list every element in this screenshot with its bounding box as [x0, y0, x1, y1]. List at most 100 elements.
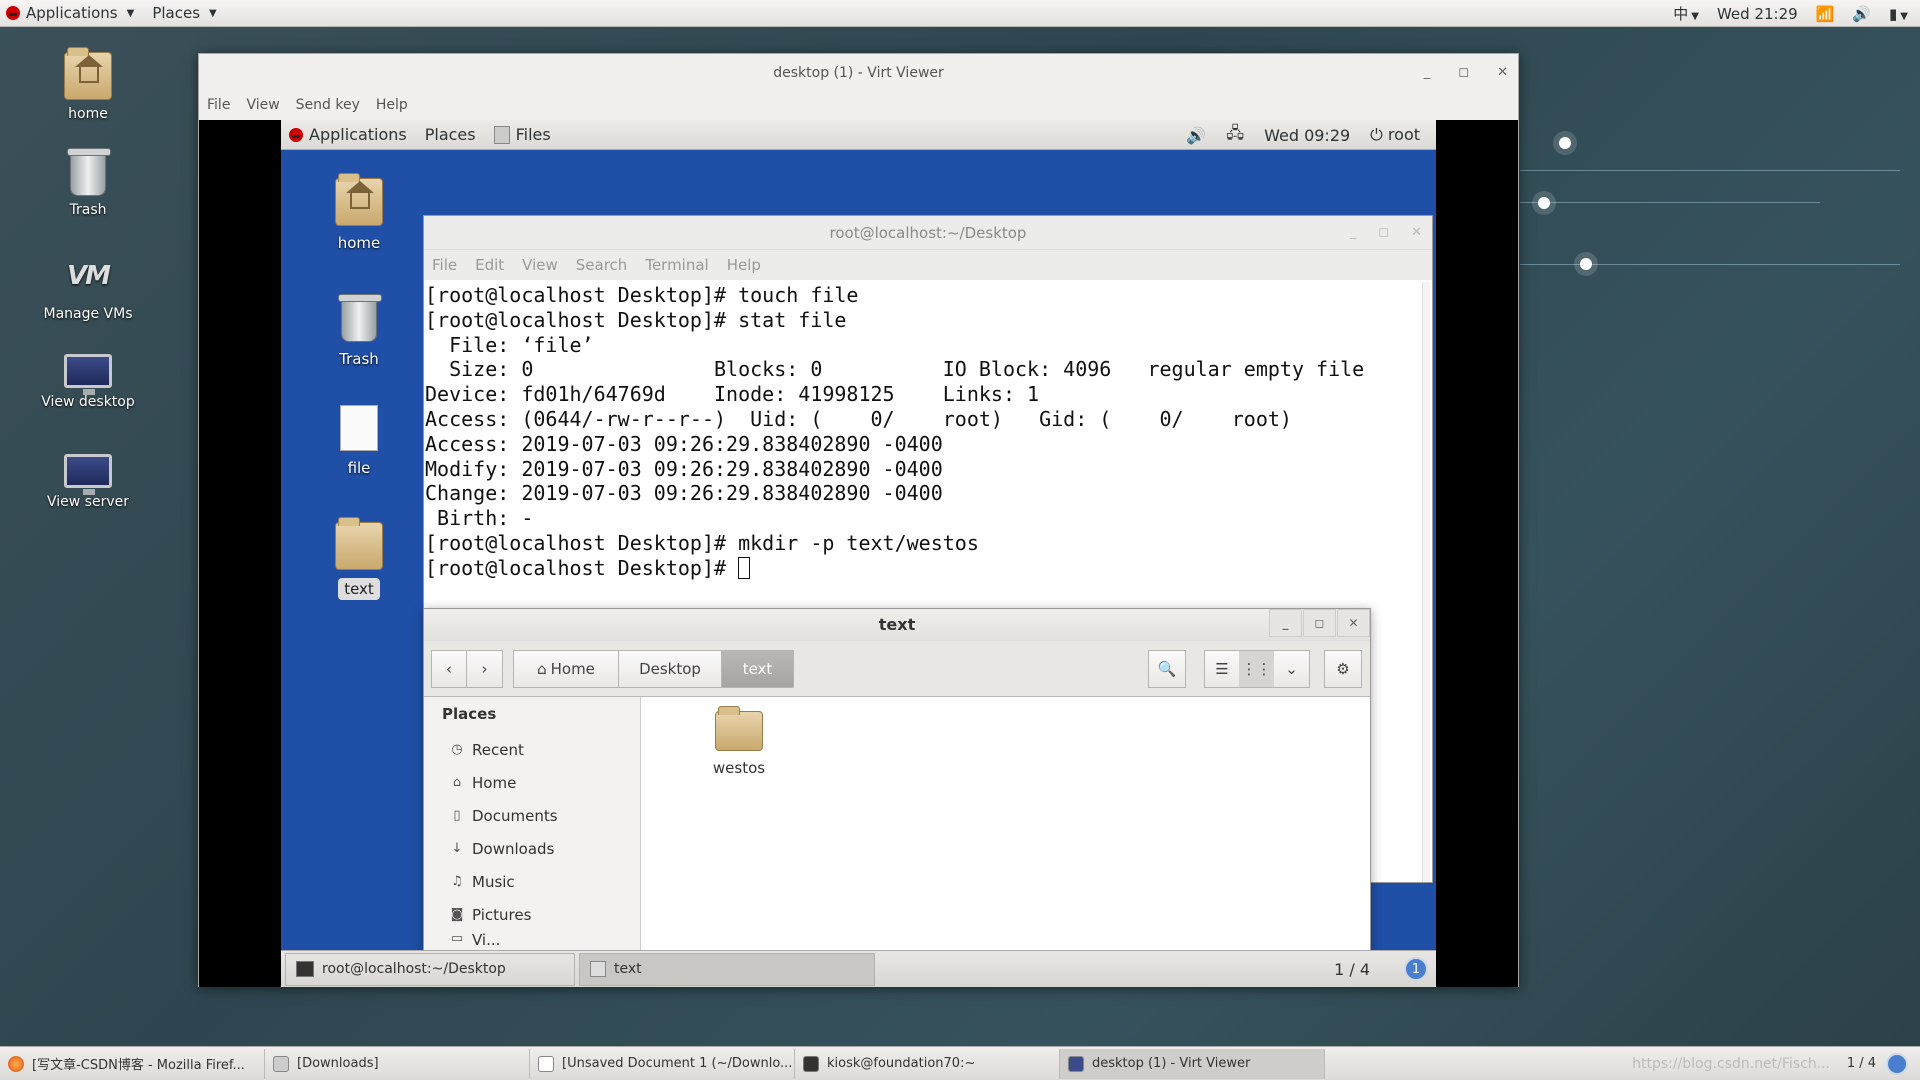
minimize-icon[interactable]: _	[1424, 54, 1431, 92]
terminal-menu-help[interactable]: Help	[727, 256, 761, 274]
terminal-output[interactable]: [root@localhost Desktop]# touch file [roo…	[424, 280, 1432, 581]
guest-desktop-icon-text[interactable]: text	[314, 517, 404, 600]
files-content-area[interactable]: westos	[642, 697, 1370, 959]
guest-clock[interactable]: Wed 09:29	[1264, 126, 1350, 145]
terminal-menu-file[interactable]: File	[432, 256, 457, 274]
menu-send-key[interactable]: Send key	[296, 97, 360, 113]
host-desktop-icon-home[interactable]: home	[23, 47, 153, 122]
host-desktop-icon-manage-vms[interactable]: VM Manage VMs	[23, 252, 153, 322]
host-places-menu[interactable]: Places ▼	[146, 4, 228, 22]
host-desktop-icon-trash[interactable]: Trash	[23, 148, 153, 218]
user-icon: ⏻	[1370, 125, 1383, 144]
guest-desktop-icon-home[interactable]: home	[314, 173, 404, 252]
notification-badge[interactable]: 1	[1404, 957, 1428, 981]
menu-help[interactable]: Help	[376, 97, 408, 113]
sidebar-item-videos[interactable]: ▭ Vi...	[442, 931, 640, 945]
task-files[interactable]: text	[579, 952, 875, 986]
virt-viewer-window[interactable]: desktop (1) - Virt Viewer _ ◻ ✕ File Vie…	[198, 53, 1519, 987]
text-editor-icon	[538, 1055, 554, 1072]
folder-icon	[335, 517, 383, 570]
host-task-downloads[interactable]: [Downloads]	[265, 1048, 530, 1079]
view-options-button[interactable]: ⌄	[1274, 649, 1310, 688]
monitor-icon	[64, 454, 112, 495]
sidebar-item-music[interactable]: ♫ Music	[442, 865, 640, 898]
workspace-indicator[interactable]: 1 / 4	[1334, 960, 1370, 979]
host-task-terminal[interactable]: kiosk@foundation70:~	[795, 1048, 1060, 1079]
maximize-icon[interactable]: ◻	[1303, 609, 1336, 637]
music-icon: ♫	[451, 874, 463, 889]
close-icon[interactable]: ✕	[1497, 54, 1508, 92]
monitor-icon	[64, 354, 112, 395]
terminal-scrollbar[interactable]	[1422, 282, 1430, 882]
sidebar-item-downloads[interactable]: ↓ Downloads	[442, 832, 640, 865]
host-task-virt-viewer[interactable]: desktop (1) - Virt Viewer	[1060, 1048, 1325, 1079]
wallpaper-dot	[1559, 137, 1571, 149]
battery-icon[interactable]: ▮ ▼	[1889, 5, 1908, 23]
sidebar-item-recent[interactable]: ◷ Recent	[442, 733, 640, 766]
user-menu[interactable]: ⏻ root	[1370, 125, 1420, 145]
host-window-list: [写文章-CSDN博客 - Mozilla Firef... [Download…	[0, 1046, 1920, 1080]
breadcrumb-desktop[interactable]: Desktop	[619, 649, 722, 688]
maximize-icon[interactable]: ◻	[1378, 216, 1389, 250]
terminal-line: [root@localhost Desktop]# stat file	[425, 307, 847, 332]
sidebar-item-documents[interactable]: ▯ Documents	[442, 799, 640, 832]
sidebar-item-pictures[interactable]: ◙ Pictures	[442, 898, 640, 931]
notification-icon[interactable]	[1886, 1052, 1908, 1075]
guest-desktop[interactable]: Applications Places Files 🔊 🖧 Wed 09:29 …	[281, 120, 1436, 987]
task-terminal[interactable]: root@localhost:~/Desktop	[285, 952, 575, 986]
back-button[interactable]: ‹	[431, 649, 467, 688]
host-desktop-icon-view-server[interactable]: View server	[23, 446, 153, 510]
input-method-indicator[interactable]: 中 ▼	[1673, 3, 1699, 24]
terminal-line: Access: 2019-07-03 09:26:29.838402890 -0…	[425, 431, 943, 456]
menu-file[interactable]: File	[207, 97, 230, 113]
close-icon[interactable]: ✕	[1411, 216, 1422, 250]
maximize-icon[interactable]: ◻	[1458, 54, 1469, 92]
volume-icon[interactable]: 🔊	[1186, 126, 1206, 145]
wallpaper-line	[1520, 264, 1900, 265]
settings-button[interactable]: ⚙	[1324, 649, 1362, 688]
breadcrumb-home[interactable]: ⌂ Home	[513, 649, 619, 688]
terminal-menu-terminal[interactable]: Terminal	[645, 256, 708, 274]
files-window[interactable]: text _ ◻ ✕ ‹ › ⌂ Home Desktop text 🔍 ☰ ⋮⋮	[423, 608, 1371, 959]
search-button[interactable]: 🔍	[1148, 649, 1186, 688]
host-task-firefox[interactable]: [写文章-CSDN博客 - Mozilla Firef...	[0, 1048, 265, 1079]
wifi-icon[interactable]: 📶	[1816, 5, 1835, 23]
terminal-menu-edit[interactable]: Edit	[475, 256, 504, 274]
minimize-icon[interactable]: _	[1269, 609, 1302, 637]
menu-view[interactable]: View	[246, 97, 279, 113]
video-icon: ▭	[450, 931, 464, 945]
close-icon[interactable]: ✕	[1337, 609, 1370, 637]
guest-desktop-icon-file[interactable]: file	[314, 405, 404, 477]
sidebar-item-home[interactable]: ⌂ Home	[442, 766, 640, 799]
terminal-menu-search[interactable]: Search	[576, 256, 628, 274]
list-view-button[interactable]: ☰	[1204, 649, 1240, 688]
virt-viewer-menubar: File View Send key Help	[199, 92, 1518, 118]
host-task-gedit[interactable]: [Unsaved Document 1 (~/Downlo...	[530, 1048, 795, 1079]
minimize-icon[interactable]: _	[1350, 216, 1357, 250]
guest-places-menu[interactable]: Places	[425, 125, 476, 144]
wallpaper-line	[1520, 202, 1820, 203]
terminal-menu-view[interactable]: View	[522, 256, 558, 274]
terminal-titlebar[interactable]: root@localhost:~/Desktop _ ◻ ✕	[424, 216, 1432, 250]
files-titlebar[interactable]: text _ ◻ ✕	[424, 609, 1370, 641]
breadcrumb-text[interactable]: text	[722, 649, 794, 688]
vm-display[interactable]: Applications Places Files 🔊 🖧 Wed 09:29 …	[199, 120, 1518, 987]
guest-files-app-menu[interactable]: Files	[493, 125, 551, 144]
host-top-bar: Applications ▼ Places ▼ 中 ▼ Wed 21:29 📶 🔊 ▮…	[0, 0, 1920, 27]
folder-item-westos[interactable]: westos	[694, 706, 784, 777]
network-icon[interactable]: 🖧	[1226, 122, 1244, 149]
forward-button[interactable]: ›	[467, 649, 503, 688]
guest-applications-menu[interactable]: Applications	[289, 125, 407, 144]
host-applications-menu[interactable]: Applications ▼	[0, 4, 146, 22]
host-desktop-icon-view-desktop[interactable]: View desktop	[23, 346, 153, 410]
terminal-line: Modify: 2019-07-03 09:26:29.838402890 -0…	[425, 456, 943, 481]
places-sidebar: Places ◷ Recent ⌂ Home ▯ Documents ↓ Downloa…	[424, 697, 641, 959]
host-clock[interactable]: Wed 21:29	[1717, 5, 1798, 23]
volume-icon[interactable]: 🔊	[1852, 5, 1871, 23]
host-workspace-indicator[interactable]: 1 / 4	[1847, 1056, 1876, 1071]
watermark: https://blog.csdn.net/Fisch...	[1632, 1055, 1830, 1072]
grid-view-button[interactable]: ⋮⋮	[1239, 649, 1275, 688]
guest-desktop-icon-trash[interactable]: Trash	[314, 294, 404, 368]
terminal-line: [root@localhost Desktop]# mkdir -p text/…	[425, 530, 979, 555]
virt-viewer-titlebar[interactable]: desktop (1) - Virt Viewer _ ◻ ✕	[199, 54, 1518, 92]
